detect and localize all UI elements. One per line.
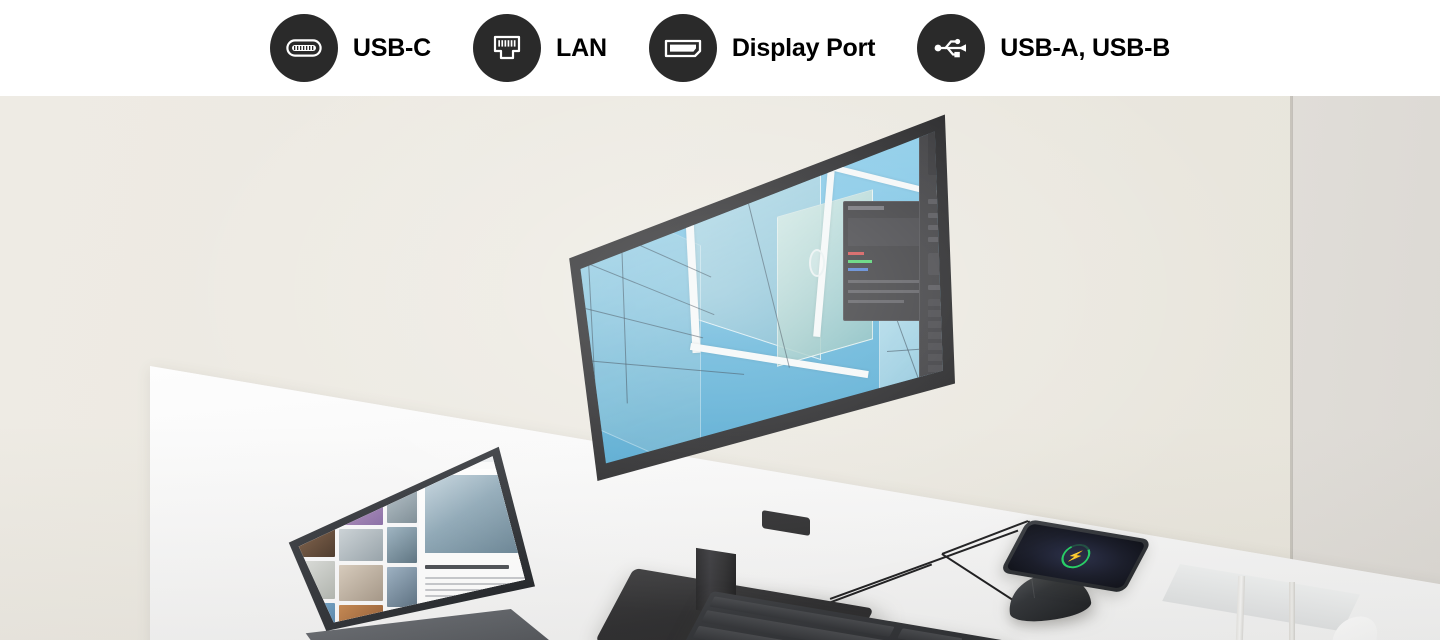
port-item-lan: LAN [473,14,607,82]
port-label-usb-a-b: USB-A, USB-B [1000,33,1171,62]
scene-lighting-overlay [0,96,1440,640]
port-label-lan: LAN [556,33,607,62]
port-item-display-port: Display Port [648,14,876,82]
port-list-bar: USB-C LAN Display Port USB-A, USB-B [0,0,1440,96]
port-label-usb-c: USB-C [352,33,432,62]
usb-c-port-icon [269,14,338,82]
lan-rj45-port-icon [473,14,542,82]
display-port-icon [648,14,717,82]
usb-trident-icon [917,14,986,82]
port-label-display-port: Display Port [731,33,876,62]
desk-workspace-photo: ⚡ [0,96,1440,640]
port-item-usb-a-b: USB-A, USB-B [917,14,1170,82]
port-item-usb-c: USB-C [269,14,432,82]
feature-banner: USB-C LAN Display Port USB-A, USB-B [0,0,1440,640]
